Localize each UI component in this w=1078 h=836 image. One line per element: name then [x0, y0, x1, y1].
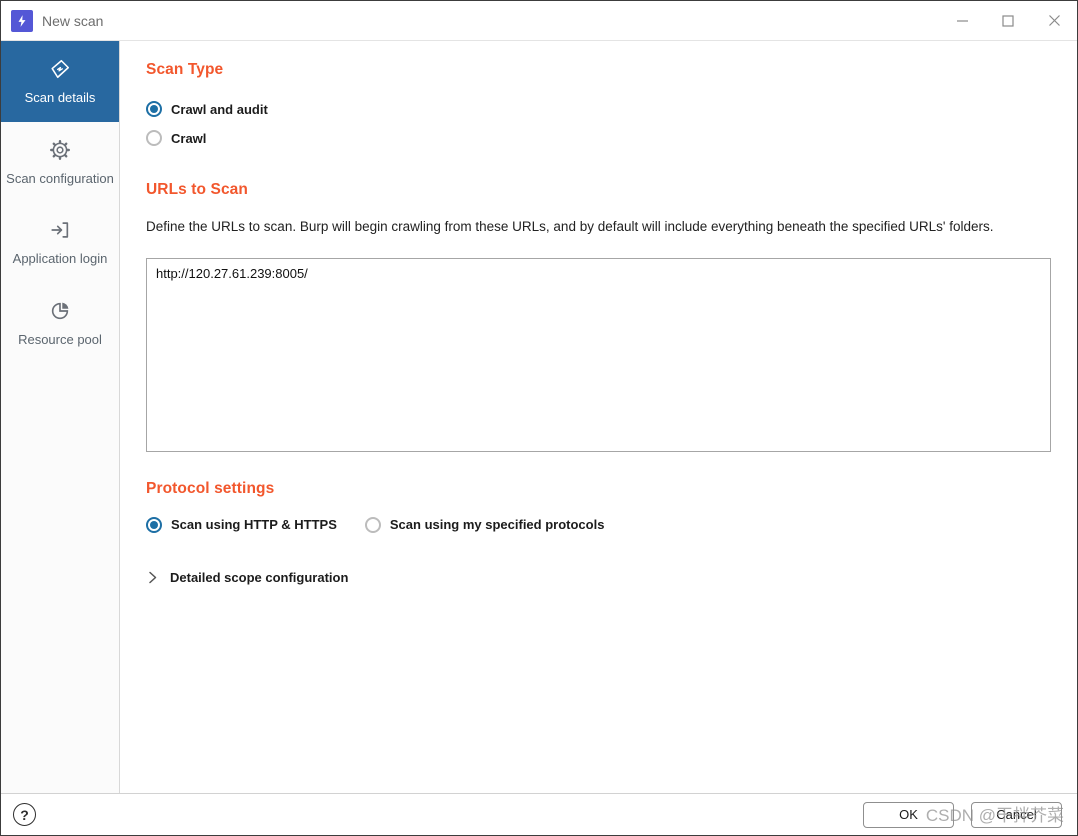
maximize-icon[interactable]: [985, 1, 1031, 40]
radio-button-selected[interactable]: [146, 101, 162, 117]
scan-type-heading: Scan Type: [146, 61, 224, 78]
help-icon[interactable]: ?: [13, 803, 36, 826]
urls-description: Define the URLs to scan. Burp will begin…: [146, 219, 994, 234]
pie-chart-icon: [49, 300, 71, 322]
footer-buttons: OK Cancel: [863, 801, 1062, 828]
protocol-settings-heading: Protocol settings: [146, 479, 275, 497]
sidebar-item-label: Resource pool: [18, 331, 102, 347]
cancel-button[interactable]: Cancel: [971, 801, 1062, 828]
sidebar-item-resource-pool[interactable]: Resource pool: [1, 283, 119, 364]
help-glyph: ?: [20, 806, 29, 823]
detailed-scope-label: Detailed scope configuration: [170, 569, 349, 585]
close-icon[interactable]: [1031, 1, 1077, 40]
sidebar: Scan details Scan configuration Applicat…: [1, 41, 120, 793]
radio-label[interactable]: Scan using my specified protocols: [390, 517, 605, 532]
window-controls: [939, 1, 1077, 40]
new-scan-dialog: New scan Scan details Scan configuration…: [0, 0, 1078, 836]
footer-bar: ? OK Cancel CSDN @干拌芥菜: [1, 793, 1077, 835]
chevron-right-icon: [146, 571, 159, 584]
sidebar-item-scan-details[interactable]: Scan details: [1, 41, 119, 122]
scan-details-panel: Scan Type Crawl and audit Crawl URLs to …: [120, 41, 1077, 793]
sidebar-item-label: Scan configuration: [6, 170, 114, 186]
app-lightning-icon: [11, 9, 33, 32]
scan-kite-icon: [49, 58, 71, 80]
radio-crawl-and-audit[interactable]: Crawl and audit: [146, 101, 1051, 117]
login-arrow-icon: [49, 219, 71, 241]
radio-crawl[interactable]: Crawl: [146, 130, 1051, 146]
sidebar-item-scan-configuration[interactable]: Scan configuration: [1, 122, 119, 203]
urls-to-scan-heading: URLs to Scan: [146, 181, 248, 198]
radio-label[interactable]: Crawl: [171, 131, 206, 146]
ok-button[interactable]: OK: [863, 801, 954, 828]
radio-http-https[interactable]: Scan using HTTP & HTTPS: [146, 516, 337, 533]
radio-button-unselected[interactable]: [364, 516, 381, 533]
minimize-icon[interactable]: [939, 1, 985, 40]
sidebar-item-label: Application login: [12, 251, 108, 267]
title-bar: New scan: [1, 1, 1077, 41]
urls-input[interactable]: http://120.27.61.239:8005/: [146, 257, 1051, 452]
dialog-body: Scan details Scan configuration Applicat…: [1, 41, 1077, 793]
sidebar-item-application-login[interactable]: Application login: [1, 202, 119, 283]
radio-label[interactable]: Crawl and audit: [171, 102, 268, 117]
radio-button-unselected[interactable]: [146, 130, 162, 146]
protocol-options: Scan using HTTP & HTTPS Scan using my sp…: [146, 516, 1051, 533]
radio-label[interactable]: Scan using HTTP & HTTPS: [171, 517, 337, 532]
gear-icon: [49, 139, 71, 161]
window-title: New scan: [42, 12, 104, 29]
radio-button-selected[interactable]: [146, 516, 162, 533]
sidebar-item-label: Scan details: [24, 90, 96, 105]
radio-specified-protocols[interactable]: Scan using my specified protocols: [364, 516, 605, 533]
detailed-scope-toggle[interactable]: Detailed scope configuration: [146, 570, 1051, 585]
